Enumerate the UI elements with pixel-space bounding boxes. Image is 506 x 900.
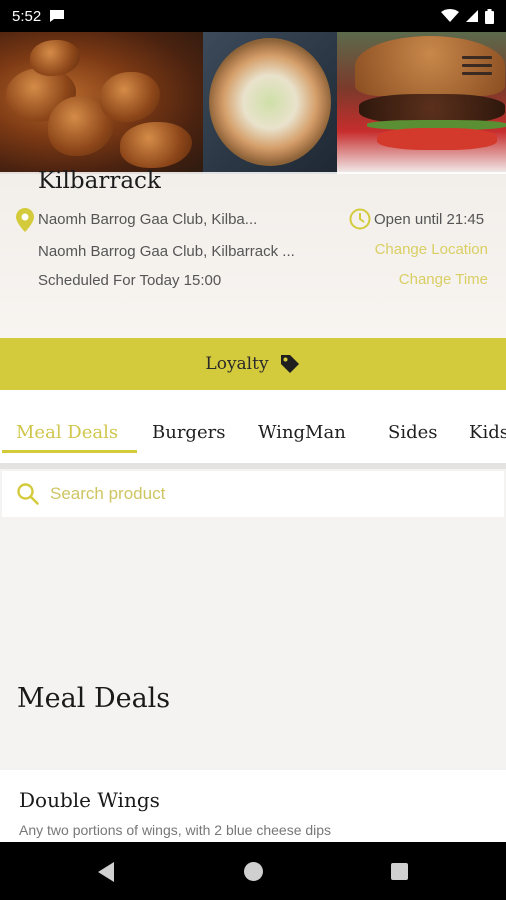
status-bar: 5:52: [0, 0, 506, 32]
loyalty-button[interactable]: Loyalty: [0, 338, 506, 390]
tab-meal-deals[interactable]: Meal Deals: [16, 422, 118, 443]
salad-photo: [203, 32, 337, 174]
wifi-icon: [441, 9, 459, 22]
tab-kids[interactable]: Kids: [469, 422, 506, 443]
clock-icon: [349, 208, 371, 230]
open-until-text: Open until 21:45: [374, 211, 485, 228]
back-icon[interactable]: [96, 861, 116, 883]
category-tabs: Meal Deals Burgers WingMan Sides Kids: [0, 390, 506, 466]
store-name: Kilbarrack: [38, 168, 161, 194]
tab-burgers[interactable]: Burgers: [152, 422, 225, 443]
active-tab-indicator: [2, 450, 137, 453]
change-location-link[interactable]: Change Location: [375, 241, 488, 258]
tab-wingman[interactable]: WingMan: [258, 422, 346, 443]
status-time: 5:52: [12, 7, 42, 25]
tabs-divider: [0, 463, 506, 469]
change-time-link[interactable]: Change Time: [399, 271, 488, 288]
tag-icon: [280, 355, 299, 373]
system-nav-bar: [0, 842, 506, 900]
battery-icon: [485, 8, 494, 24]
loyalty-label: Loyalty: [205, 354, 269, 374]
schedule-text: Scheduled For Today 15:00: [38, 272, 222, 289]
product-name: Double Wings: [19, 788, 160, 812]
store-address-full: Naomh Barrog Gaa Club, Kilbarrack ...: [38, 243, 295, 260]
product-item[interactable]: Double Wings Any two portions of wings, …: [0, 770, 506, 842]
search-input[interactable]: [50, 484, 470, 504]
status-icons: [441, 8, 494, 24]
recent-apps-icon[interactable]: [391, 863, 408, 880]
location-pin-icon: [16, 208, 34, 232]
message-icon: [50, 10, 65, 22]
menu-icon[interactable]: [462, 56, 492, 76]
tab-sides[interactable]: Sides: [388, 422, 438, 443]
signal-icon: [466, 10, 478, 22]
search-icon: [17, 483, 39, 505]
search-bar[interactable]: [2, 471, 504, 517]
product-description: Any two portions of wings, with 2 blue c…: [19, 822, 332, 838]
section-title: Meal Deals: [17, 683, 171, 714]
home-icon[interactable]: [244, 862, 263, 881]
burger-photo: [337, 32, 506, 174]
store-address-short: Naomh Barrog Gaa Club, Kilba...: [38, 211, 258, 228]
wings-photo: [0, 32, 203, 174]
